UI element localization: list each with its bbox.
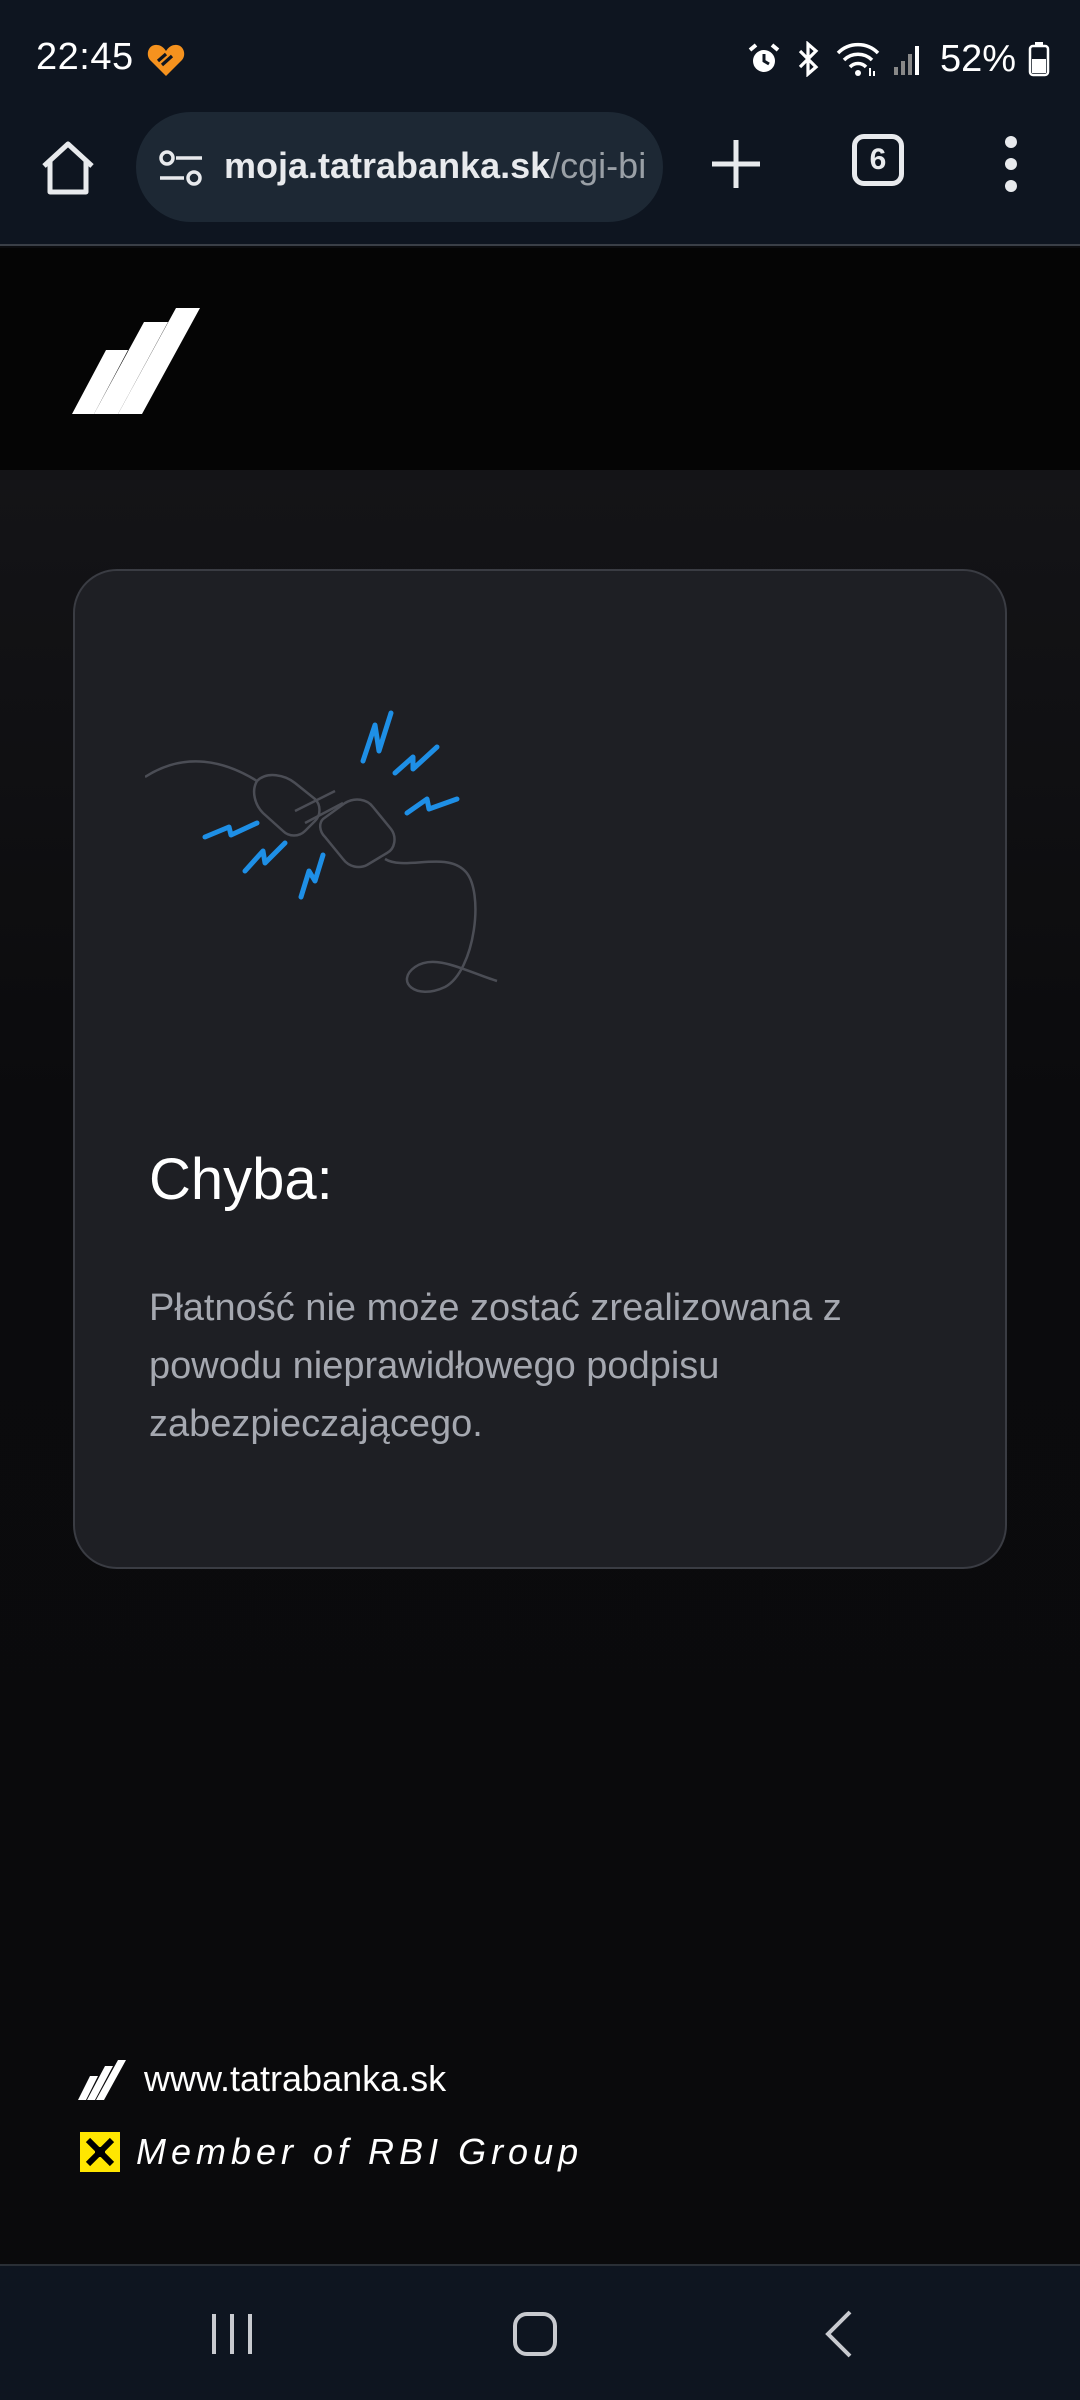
battery-percent: 52% [939, 37, 1016, 80]
footer-member-text: Member of RBI Group [136, 2131, 584, 2172]
footer-website-link[interactable]: www.tatrabanka.sk [78, 2054, 446, 2104]
back-icon[interactable] [822, 2308, 856, 2360]
tune-icon[interactable] [158, 148, 204, 188]
spark [404, 796, 460, 816]
spark [298, 852, 326, 900]
spark [202, 820, 260, 840]
status-time: 22:45 [36, 36, 134, 78]
home-nav-icon[interactable] [512, 2310, 558, 2358]
status-icons: 52% [746, 36, 1050, 82]
recents-icon[interactable] [208, 2310, 256, 2358]
footer-rbi: Member of RBI Group [80, 2126, 583, 2178]
heart-shield-icon [147, 44, 185, 76]
plus-icon[interactable] [706, 134, 766, 194]
wifi-icon [836, 42, 880, 76]
tabs-button[interactable]: 6 [852, 134, 904, 186]
battery-icon [1028, 42, 1050, 77]
url-text[interactable]: moja.tatrabanka.sk/cgi-bi [224, 145, 646, 187]
signal-icon [893, 46, 919, 75]
home-icon[interactable] [36, 136, 100, 200]
system-nav-bar [0, 2264, 1080, 2400]
error-title: Chyba: [149, 1147, 333, 1212]
url-path: /cgi-bi [550, 145, 647, 186]
tatrabanka-logo[interactable] [72, 302, 202, 414]
error-message: Płatność nie może zostać zrealizowana z … [149, 1287, 842, 1445]
spark [392, 744, 440, 776]
address-bar[interactable]: moja.tatrabanka.sk/cgi-bi [136, 112, 663, 222]
tab-count: 6 [869, 143, 887, 176]
unplugged-cable-illustration [145, 710, 498, 993]
error-card: Chyba: Płatność nie może zostać zrealizo… [73, 569, 1007, 1569]
bank-header [0, 248, 1080, 470]
spark [242, 840, 288, 874]
spark [360, 710, 394, 764]
raiffeisen-logo-icon [80, 2132, 120, 2172]
tatrabanka-small-logo-icon [78, 2060, 126, 2100]
browser-toolbar: moja.tatrabanka.sk/cgi-bi 6 [0, 112, 1080, 246]
status-bar: 22:45 52% [0, 0, 1080, 112]
alarm-icon [748, 43, 780, 72]
more-vert-icon[interactable] [996, 132, 1026, 196]
url-domain: moja.tatrabanka.sk [224, 145, 551, 186]
footer-website-text[interactable]: www.tatrabanka.sk [144, 2058, 446, 2100]
bluetooth-icon [798, 41, 819, 77]
